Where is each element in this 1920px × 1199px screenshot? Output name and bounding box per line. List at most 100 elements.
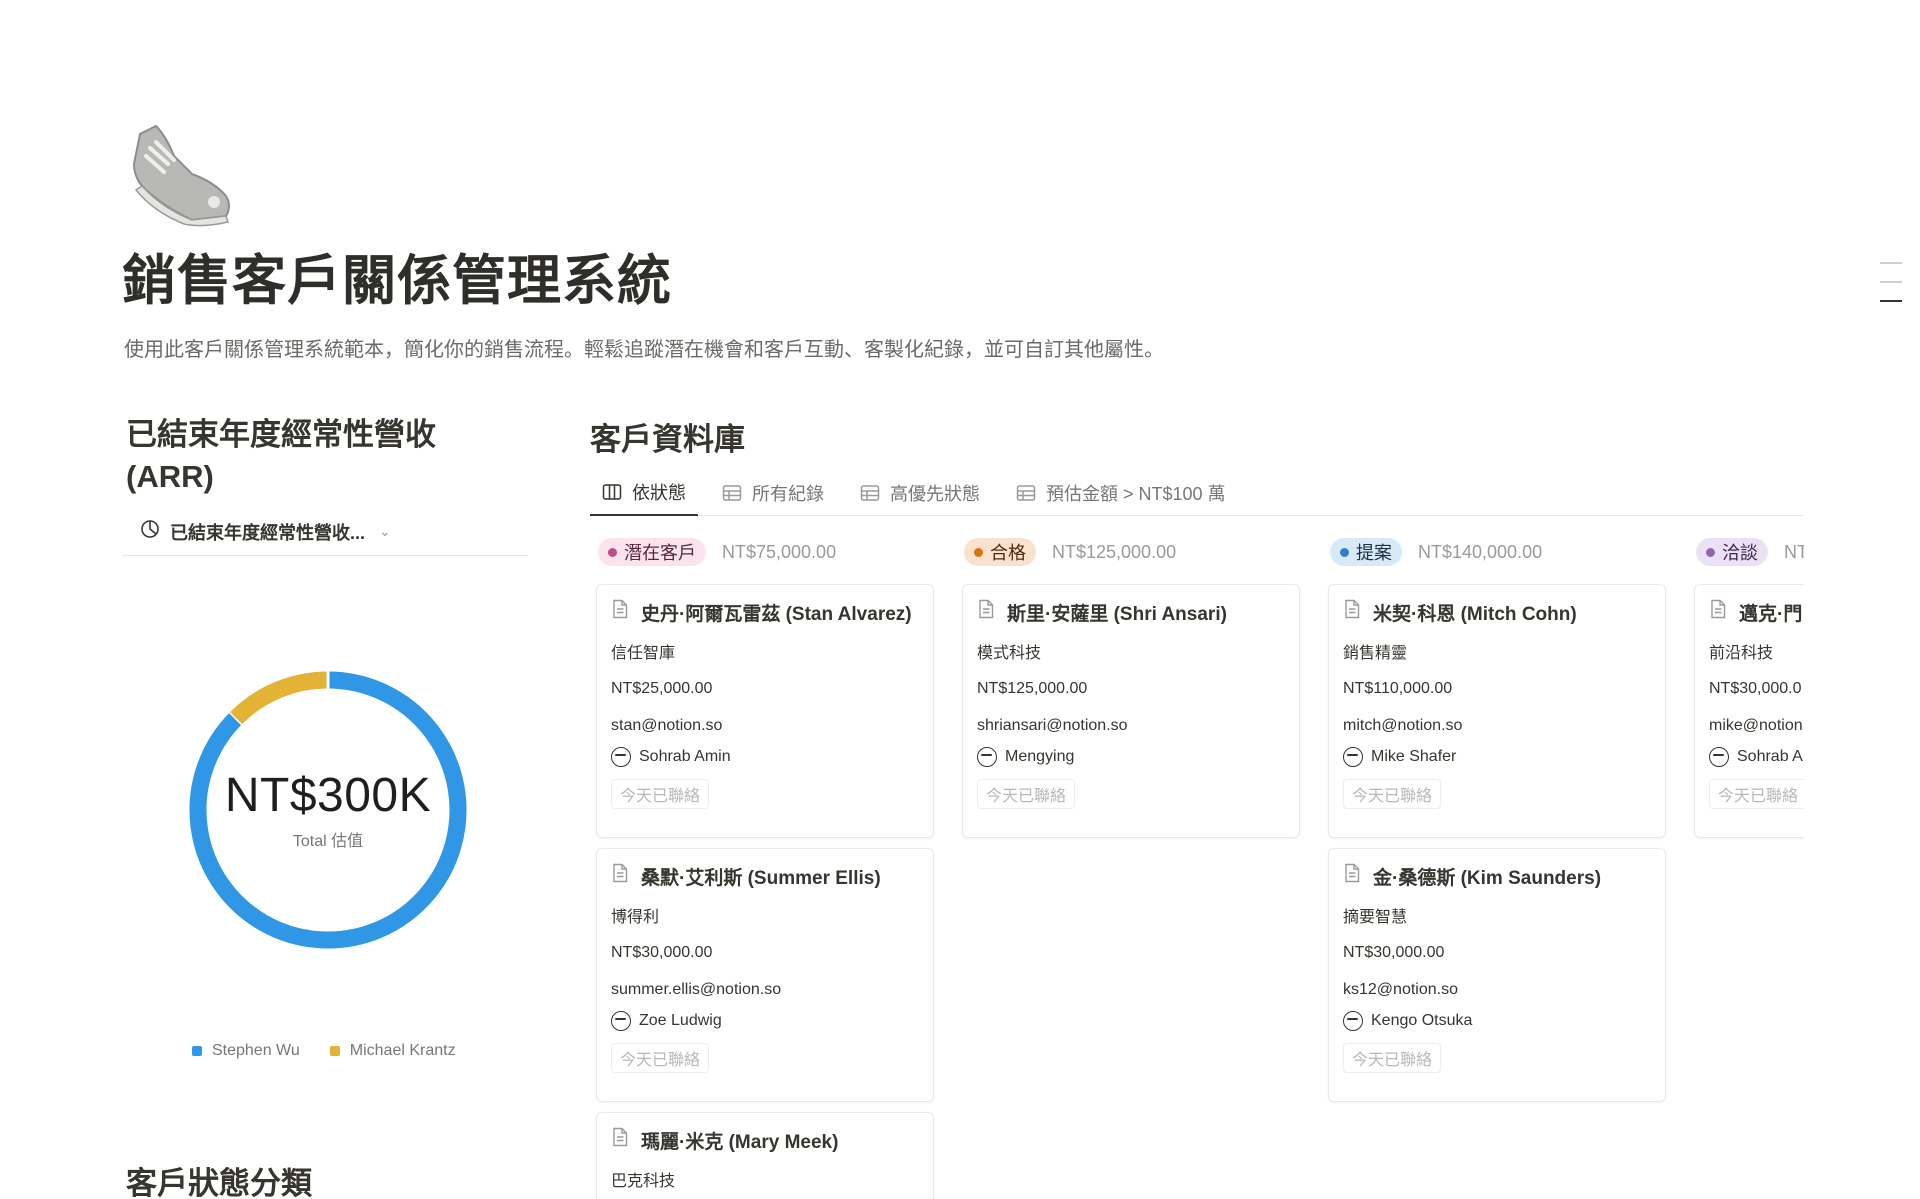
customer-card[interactable]: 金·桑德斯 (Kim Saunders) 摘要智慧 NT$30,000.00 ks12… xyxy=(1328,848,1666,1102)
last-contact-tag: 今天已聯絡 xyxy=(1343,1043,1442,1073)
customer-name: 史丹·阿爾瓦雷茲 (Stan Alvarez) xyxy=(641,603,912,625)
customer-card[interactable]: 瑪麗·米克 (Mary Meek) 巴克科技 xyxy=(596,1112,934,1199)
document-icon xyxy=(611,863,629,889)
card-owner[interactable]: Kengo Otsuka xyxy=(1343,1011,1651,1031)
chart-legend: Stephen Wu Michael Krantz xyxy=(192,1042,456,1060)
card-title: 邁克·門 xyxy=(1709,599,1804,625)
column-header[interactable]: 提案 NT$140,000.00 xyxy=(1328,534,1666,570)
document-icon xyxy=(977,599,995,625)
customer-email: mitch@notion.so xyxy=(1343,717,1463,734)
card-title: 瑪麗·米克 (Mary Meek) xyxy=(611,1127,919,1153)
document-icon xyxy=(1343,599,1361,625)
owner-name: Zoe Ludwig xyxy=(639,1012,722,1029)
customer-email: summer.ellis@notion.so xyxy=(611,981,782,998)
arr-view-selector[interactable]: 已結束年度經常性營收... ⌄ xyxy=(122,508,528,556)
status-badge: 潛在客戶 xyxy=(598,538,706,566)
customer-name: 金·桑德斯 (Kim Saunders) xyxy=(1373,867,1602,889)
customer-card[interactable]: 斯里·安薩里 (Shri Ansari) 模式科技 NT$125,000.00 shr… xyxy=(962,584,1300,838)
customer-name: 斯里·安薩里 (Shri Ansari) xyxy=(1007,603,1227,625)
customer-email: mike@notion. xyxy=(1709,717,1804,734)
legend-swatch xyxy=(329,1046,340,1056)
legend-item[interactable]: Stephen Wu xyxy=(192,1042,300,1060)
donut-slice-1[interactable] xyxy=(230,671,329,725)
table-icon xyxy=(860,485,880,501)
arr-view-label: 已結束年度經常性營收... xyxy=(170,522,366,543)
legend-swatch xyxy=(192,1046,202,1056)
customer-card[interactable]: 桑默·艾利斯 (Summer Ellis) 博得利 NT$30,000.00 summ… xyxy=(596,848,934,1102)
owner-name: Sohrab Amin xyxy=(639,748,731,765)
avatar xyxy=(977,747,997,767)
document-icon xyxy=(611,1127,629,1153)
status-label: 潛在客戶 xyxy=(624,543,696,563)
card-title: 金·桑德斯 (Kim Saunders) xyxy=(1343,863,1651,889)
column-total: NT$75,000.00 xyxy=(722,541,837,562)
card-owner[interactable]: Mengying xyxy=(977,747,1285,767)
avatar xyxy=(611,747,631,767)
tab-all-records[interactable]: 所有紀錄 xyxy=(710,470,836,516)
customer-amount: NT$30,000.00 xyxy=(611,944,713,961)
document-icon xyxy=(1709,599,1727,625)
card-owner[interactable]: Sohrab Amin xyxy=(611,747,919,767)
column-total: NT$125,000.00 xyxy=(1052,541,1177,562)
board-icon xyxy=(602,484,622,500)
customer-name: 桑默·艾利斯 (Summer Ellis) xyxy=(641,867,881,889)
status-badge: 提案 xyxy=(1330,538,1402,566)
column-header[interactable]: 合格 NT$125,000.00 xyxy=(962,534,1300,570)
chevron-down-icon: ⌄ xyxy=(379,523,391,539)
customer-amount: NT$125,000.00 xyxy=(977,680,1088,697)
tab-high-priority[interactable]: 高優先狀態 xyxy=(848,470,992,516)
board-column: 提案 NT$140,000.00 米契·科恩 (Mitch Cohn) 銷售精靈 NT$… xyxy=(1328,534,1666,1102)
page-title: 銷售客戶關係管理系統 xyxy=(122,251,672,311)
table-of-contents-lines[interactable] xyxy=(1880,262,1902,319)
last-contact-tag: 今天已聯絡 xyxy=(611,1043,710,1073)
customer-card[interactable]: 史丹·阿爾瓦雷茲 (Stan Alvarez) 信任智庫 NT$25,000.00 s… xyxy=(596,584,934,838)
chart-icon xyxy=(140,519,160,544)
status-badge: 洽談 xyxy=(1696,538,1768,566)
legend-label: Stephen Wu xyxy=(212,1042,300,1059)
tab-estimated-amount[interactable]: 預估金額 > NT$100 萬 xyxy=(1004,470,1238,516)
customer-card[interactable]: 邁克·門 前沿科技 NT$30,000.0 mike@notion. Sohrab A 今… xyxy=(1694,584,1804,838)
customer-amount: NT$30,000.00 xyxy=(1343,944,1445,961)
sneaker-icon[interactable] xyxy=(122,116,242,236)
avatar xyxy=(1343,747,1363,767)
status-dot xyxy=(1340,547,1349,557)
customer-name: 邁克·門 xyxy=(1739,603,1803,625)
customer-company: 摘要智慧 xyxy=(1343,909,1408,926)
customer-email: ks12@notion.so xyxy=(1343,981,1458,998)
kanban-board: 潛在客戶 NT$75,000.00 史丹·阿爾瓦雷茲 (Stan Alvarez) 信… xyxy=(596,534,1804,1199)
column-total: NT xyxy=(1784,541,1804,562)
last-contact-tag: 今天已聯絡 xyxy=(977,779,1076,809)
donut-center: NT$300K Total 估值 xyxy=(178,768,478,851)
owner-name: Kengo Otsuka xyxy=(1371,1012,1473,1029)
column-header[interactable]: 洽談 NT xyxy=(1694,534,1804,570)
legend-item[interactable]: Michael Krantz xyxy=(329,1042,456,1060)
tab-by-status[interactable]: 依狀態 xyxy=(590,470,698,516)
customer-company: 巴克科技 xyxy=(611,1173,676,1190)
customer-amount: NT$25,000.00 xyxy=(611,680,713,697)
card-owner[interactable]: Zoe Ludwig xyxy=(611,1011,919,1031)
status-heading: 客戶狀態分類 xyxy=(126,1166,312,1199)
status-label: 提案 xyxy=(1356,543,1392,563)
customer-card[interactable]: 米契·科恩 (Mitch Cohn) 銷售精靈 NT$110,000.00 mitch… xyxy=(1328,584,1666,838)
customer-amount: NT$30,000.0 xyxy=(1709,680,1802,697)
status-badge: 合格 xyxy=(964,538,1036,566)
customer-company: 銷售精靈 xyxy=(1343,645,1408,662)
database-heading: 客戶資料庫 xyxy=(590,422,745,457)
board-column: 合格 NT$125,000.00 斯里·安薩里 (Shri Ansari) 模式科技 N… xyxy=(962,534,1300,838)
card-title: 斯里·安薩里 (Shri Ansari) xyxy=(977,599,1285,625)
board-column: 洽談 NT 邁克·門前沿科技 NT$30,000.0 mike@notion. Sohra… xyxy=(1694,534,1804,838)
card-owner[interactable]: Sohrab A xyxy=(1709,747,1804,767)
arr-heading: 已結束年度經常性營收 (ARR) xyxy=(126,417,436,494)
card-title: 桑默·艾利斯 (Summer Ellis) xyxy=(611,863,919,889)
tab-label: 所有紀錄 xyxy=(752,484,824,504)
tab-label: 依狀態 xyxy=(632,483,686,503)
customer-name: 米契·科恩 (Mitch Cohn) xyxy=(1373,603,1577,625)
board-column: 潛在客戶 NT$75,000.00 史丹·阿爾瓦雷茲 (Stan Alvarez) 信… xyxy=(596,534,934,1199)
avatar xyxy=(1709,747,1729,767)
customer-email: shriansari@notion.so xyxy=(977,717,1128,734)
column-total: NT$140,000.00 xyxy=(1418,541,1543,562)
column-header[interactable]: 潛在客戶 NT$75,000.00 xyxy=(596,534,934,570)
last-contact-tag: 今天已聯絡 xyxy=(1343,779,1442,809)
card-owner[interactable]: Mike Shafer xyxy=(1343,747,1651,767)
customer-company: 前沿科技 xyxy=(1709,645,1774,662)
